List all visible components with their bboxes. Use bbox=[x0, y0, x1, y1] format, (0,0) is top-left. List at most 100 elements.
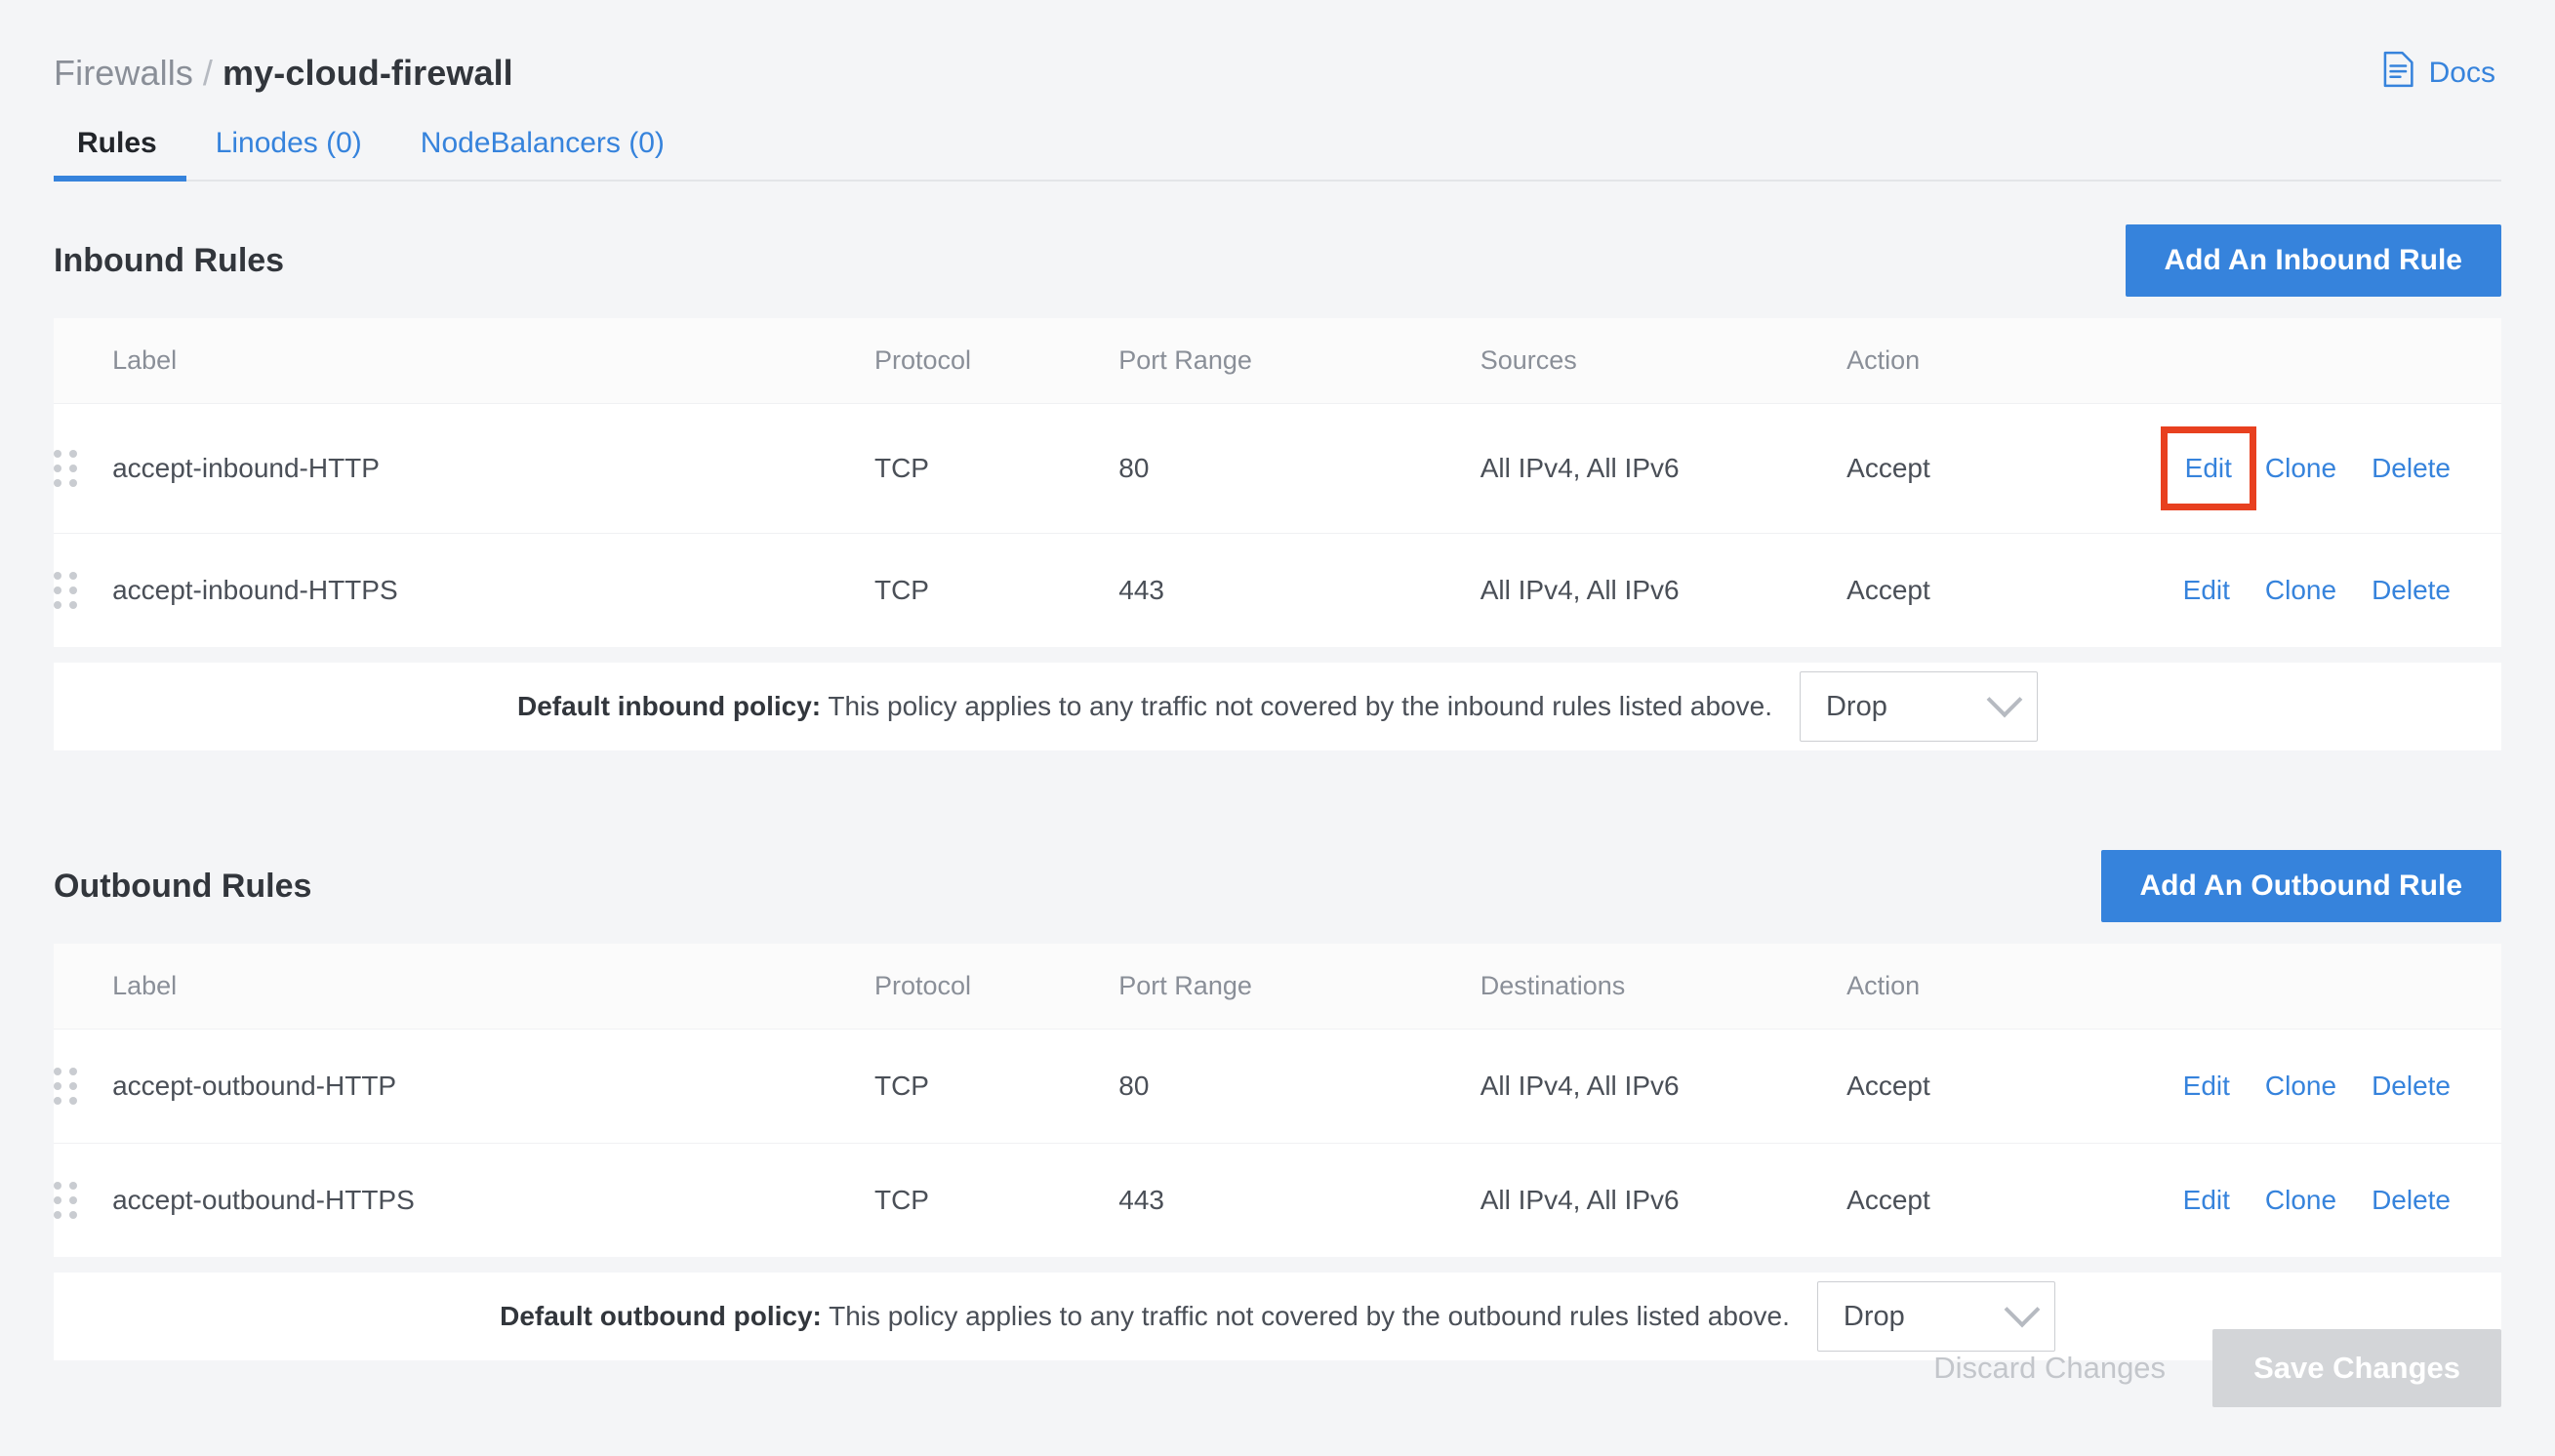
page-header: Firewalls / my-cloud-firewall Docs bbox=[54, 0, 2501, 109]
inbound-row-1-delete-link[interactable]: Delete bbox=[2354, 565, 2468, 616]
inbound-row-0-grip-cell bbox=[54, 404, 112, 534]
drag-handle-icon[interactable] bbox=[54, 1182, 112, 1219]
inbound-table-head: Label Protocol Port Range Sources Action bbox=[54, 318, 2501, 404]
table-row: accept-outbound-HTTPS TCP 443 All IPv4, … bbox=[54, 1144, 2501, 1258]
outbound-default-policy-prefix: Default outbound policy: bbox=[500, 1301, 822, 1331]
inbound-row-0-clone-link[interactable]: Clone bbox=[2248, 443, 2354, 494]
inbound-row-0-sources: All IPv4, All IPv6 bbox=[1480, 404, 1846, 534]
outbound-table-head: Label Protocol Port Range Destinations A… bbox=[54, 944, 2501, 1030]
outbound-rules-table-card: Label Protocol Port Range Destinations A… bbox=[54, 944, 2501, 1257]
inbound-row-1-action: Accept bbox=[1846, 534, 2217, 648]
outbound-header-row: Label Protocol Port Range Destinations A… bbox=[54, 944, 2501, 1030]
outbound-row-1-label: accept-outbound-HTTPS bbox=[112, 1144, 874, 1258]
inbound-row-1-edit-link[interactable]: Edit bbox=[2166, 565, 2248, 616]
table-row: accept-outbound-HTTP TCP 80 All IPv4, Al… bbox=[54, 1030, 2501, 1144]
inbound-row-0-label: accept-inbound-HTTP bbox=[112, 404, 874, 534]
inbound-default-policy-value: Drop bbox=[1826, 691, 1887, 723]
firewall-rules-page: Firewalls / my-cloud-firewall Docs Rules… bbox=[0, 0, 2555, 1456]
inbound-default-policy-prefix: Default inbound policy: bbox=[517, 691, 821, 721]
tab-nodebalancers[interactable]: NodeBalancers (0) bbox=[391, 127, 694, 180]
inbound-row-1-grip-cell bbox=[54, 534, 112, 648]
outbound-default-policy-description: This policy applies to any traffic not c… bbox=[822, 1301, 1790, 1331]
breadcrumb-separator: / bbox=[203, 53, 213, 94]
tab-rules[interactable]: Rules bbox=[54, 127, 186, 180]
outbound-row-0-delete-link[interactable]: Delete bbox=[2354, 1061, 2468, 1112]
outbound-row-1-edit-link[interactable]: Edit bbox=[2166, 1175, 2248, 1226]
inbound-section-header: Inbound Rules Add An Inbound Rule bbox=[54, 182, 2501, 318]
outbound-section-header: Outbound Rules Add An Outbound Rule bbox=[54, 807, 2501, 944]
outbound-row-0-actions: Edit Clone Delete bbox=[2218, 1061, 2501, 1112]
outbound-rules-table: Label Protocol Port Range Destinations A… bbox=[54, 944, 2501, 1257]
inbound-header-protocol: Protocol bbox=[874, 318, 1118, 404]
outbound-row-0-actions-cell: Edit Clone Delete bbox=[2218, 1030, 2501, 1144]
inbound-row-0-actions-cell: Edit Clone Delete bbox=[2218, 404, 2501, 534]
outbound-header-port-range: Port Range bbox=[1118, 944, 1480, 1030]
outbound-row-0-edit-link[interactable]: Edit bbox=[2166, 1061, 2248, 1112]
inbound-rules-title: Inbound Rules bbox=[54, 242, 284, 280]
outbound-header-protocol: Protocol bbox=[874, 944, 1118, 1030]
inbound-row-1-sources: All IPv4, All IPv6 bbox=[1480, 534, 1846, 648]
outbound-table-body: accept-outbound-HTTP TCP 80 All IPv4, Al… bbox=[54, 1030, 2501, 1258]
add-outbound-rule-button[interactable]: Add An Outbound Rule bbox=[2101, 850, 2501, 922]
tab-nodebalancers-label: NodeBalancers (0) bbox=[421, 127, 665, 159]
drag-handle-icon[interactable] bbox=[54, 1068, 112, 1105]
breadcrumb-parent-link[interactable]: Firewalls bbox=[54, 53, 193, 94]
discard-changes-button[interactable]: Discard Changes bbox=[1900, 1329, 2199, 1407]
add-inbound-rule-button[interactable]: Add An Inbound Rule bbox=[2126, 224, 2502, 297]
document-icon bbox=[2382, 51, 2415, 96]
docs-label: Docs bbox=[2429, 57, 2495, 90]
outbound-header-destinations: Destinations bbox=[1480, 944, 1846, 1030]
outbound-row-1-action: Accept bbox=[1846, 1144, 2217, 1258]
inbound-header-port-range: Port Range bbox=[1118, 318, 1480, 404]
outbound-row-1-port-range: 443 bbox=[1118, 1144, 1480, 1258]
outbound-row-0-port-range: 80 bbox=[1118, 1030, 1480, 1144]
outbound-default-policy-value: Drop bbox=[1844, 1301, 1905, 1333]
inbound-header-action: Action bbox=[1846, 318, 2217, 404]
inbound-row-0-action: Accept bbox=[1846, 404, 2217, 534]
inbound-header-row-actions bbox=[2218, 318, 2501, 404]
outbound-row-1-destinations: All IPv4, All IPv6 bbox=[1480, 1144, 1846, 1258]
table-row: accept-inbound-HTTPS TCP 443 All IPv4, A… bbox=[54, 534, 2501, 648]
inbound-row-1-label: accept-inbound-HTTPS bbox=[112, 534, 874, 648]
inbound-row-1-protocol: TCP bbox=[874, 534, 1118, 648]
outbound-header-action: Action bbox=[1846, 944, 2217, 1030]
drag-handle-icon[interactable] bbox=[54, 450, 112, 487]
save-changes-button[interactable]: Save Changes bbox=[2212, 1329, 2501, 1407]
outbound-default-policy-text: Default outbound policy: This policy app… bbox=[500, 1301, 1790, 1332]
inbound-default-policy-bar: Default inbound policy: This policy appl… bbox=[54, 663, 2501, 750]
footer-actions: Discard Changes Save Changes bbox=[1900, 1329, 2501, 1407]
inbound-row-1-clone-link[interactable]: Clone bbox=[2248, 565, 2354, 616]
inbound-default-policy-text: Default inbound policy: This policy appl… bbox=[517, 691, 1772, 722]
tab-bar: Rules Linodes (0) NodeBalancers (0) bbox=[54, 109, 2501, 182]
outbound-row-0-grip-cell bbox=[54, 1030, 112, 1144]
inbound-row-0-delete-link[interactable]: Delete bbox=[2354, 443, 2468, 494]
outbound-row-1-protocol: TCP bbox=[874, 1144, 1118, 1258]
outbound-header-row-actions bbox=[2218, 944, 2501, 1030]
docs-link[interactable]: Docs bbox=[2382, 51, 2501, 96]
inbound-header-row: Label Protocol Port Range Sources Action bbox=[54, 318, 2501, 404]
page-title: my-cloud-firewall bbox=[223, 53, 513, 94]
outbound-header-label: Label bbox=[112, 944, 874, 1030]
outbound-row-0-action: Accept bbox=[1846, 1030, 2217, 1144]
drag-handle-icon[interactable] bbox=[54, 572, 112, 609]
outbound-row-0-clone-link[interactable]: Clone bbox=[2248, 1061, 2354, 1112]
outbound-row-1-actions-cell: Edit Clone Delete bbox=[2218, 1144, 2501, 1258]
outbound-rules-title: Outbound Rules bbox=[54, 868, 311, 906]
inbound-header-grip bbox=[54, 318, 112, 404]
tab-linodes[interactable]: Linodes (0) bbox=[186, 127, 391, 180]
outbound-row-1-clone-link[interactable]: Clone bbox=[2248, 1175, 2354, 1226]
inbound-row-1-actions: Edit Clone Delete bbox=[2218, 565, 2501, 616]
inbound-default-policy-select[interactable]: Drop bbox=[1800, 671, 2038, 742]
inbound-table-body: accept-inbound-HTTP TCP 80 All IPv4, All… bbox=[54, 404, 2501, 648]
tab-rules-label: Rules bbox=[77, 127, 157, 159]
outbound-row-1-grip-cell bbox=[54, 1144, 112, 1258]
inbound-row-0-edit-link[interactable]: Edit bbox=[2170, 435, 2248, 502]
inbound-header-sources: Sources bbox=[1480, 318, 1846, 404]
tab-linodes-label: Linodes (0) bbox=[216, 127, 362, 159]
inbound-row-0-port-range: 80 bbox=[1118, 404, 1480, 534]
outbound-row-1-delete-link[interactable]: Delete bbox=[2354, 1175, 2468, 1226]
inbound-row-0-protocol: TCP bbox=[874, 404, 1118, 534]
chevron-down-icon bbox=[2004, 1292, 2040, 1328]
inbound-row-1-port-range: 443 bbox=[1118, 534, 1480, 648]
outbound-row-0-destinations: All IPv4, All IPv6 bbox=[1480, 1030, 1846, 1144]
